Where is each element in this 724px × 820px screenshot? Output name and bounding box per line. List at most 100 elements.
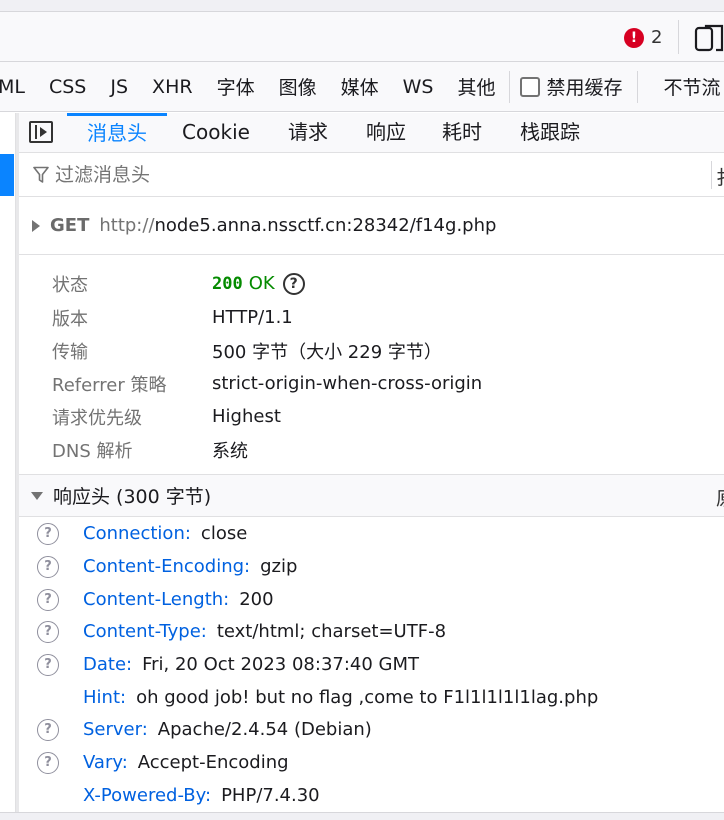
help-icon[interactable]: ? [37, 653, 59, 676]
block-button-label[interactable]: 扌 [716, 163, 724, 190]
response-headers-section-header[interactable]: 响应头 (300 字节) 原 [19, 475, 724, 517]
header-name: Connection: [83, 523, 191, 544]
toolbar-divider [678, 20, 679, 54]
help-icon[interactable]: ? [37, 620, 59, 643]
info-key: 版本 [52, 308, 88, 330]
request-summary-row[interactable]: GET http://node5.anna.nssctf.cn:28342/f1… [19, 197, 724, 255]
panel-bottom-edge [0, 812, 724, 820]
info-key: DNS 解析 [52, 440, 133, 462]
window-top-strip [0, 0, 724, 12]
header-name: Content-Type: [83, 621, 207, 642]
info-value: 系统 [212, 440, 248, 462]
header-value: gzip [260, 556, 298, 577]
raw-toggle-label[interactable]: 原 [716, 484, 724, 511]
info-value: HTTP/1.1 [212, 307, 293, 328]
info-key: 请求优先级 [52, 407, 142, 429]
selected-request-indicator [0, 154, 14, 196]
status-code: 200 [212, 273, 243, 294]
info-row-transfer: 传输 500 字节（大小 229 字节） [19, 334, 724, 367]
help-icon[interactable]: ? [37, 718, 59, 741]
toolbar-divider [711, 161, 712, 189]
info-row-dns: DNS 解析 系统 [19, 433, 724, 466]
request-list-edge [0, 113, 16, 820]
tab-stack-trace[interactable]: 栈跟踪 [507, 113, 593, 153]
header-row[interactable]: X-Powered-By: PHP/7.4.30 [19, 779, 724, 812]
header-name: Content-Encoding: [83, 556, 251, 577]
header-row[interactable]: ? Vary: Accept-Encoding [19, 746, 724, 779]
help-icon[interactable]: ? [37, 751, 59, 774]
filter-type-html[interactable]: ML [0, 76, 37, 98]
error-count: 2 [651, 27, 663, 48]
header-value: 200 [239, 589, 274, 610]
request-method: GET [50, 215, 90, 236]
header-name: Hint: [83, 687, 127, 708]
info-row-version: 版本 HTTP/1.1 [19, 301, 724, 334]
filter-type-ws[interactable]: WS [391, 76, 446, 98]
filter-type-media[interactable]: 媒体 [329, 73, 391, 100]
request-url: http://node5.anna.nssctf.cn:28342/f14g.p… [99, 215, 496, 236]
header-value: PHP/7.4.30 [221, 785, 320, 806]
request-type-filter-bar: ML CSS JS XHR 字体 图像 媒体 WS 其他 禁用缓存 不节流 [0, 62, 724, 112]
disable-cache-checkbox[interactable] [520, 76, 541, 97]
tab-response[interactable]: 响应 [351, 113, 421, 153]
toolbar-divider [636, 70, 638, 103]
info-value: 500 字节（大小 229 字节） [212, 341, 442, 363]
info-value: 200 OK ? [212, 272, 305, 295]
request-info-section: 状态 200 OK ? 版本 HTTP/1.1 传输 500 字节（大小 229… [19, 255, 724, 475]
disable-cache-label[interactable]: 禁用缓存 [546, 73, 622, 100]
tab-cookies[interactable]: Cookie [171, 113, 261, 153]
filter-icon [33, 166, 49, 183]
help-icon[interactable]: ? [37, 588, 59, 611]
help-icon[interactable]: ? [282, 272, 305, 295]
throttling-select[interactable]: 不节流 [664, 73, 721, 100]
header-value: Apache/2.4.54 (Debian) [157, 719, 372, 740]
info-row-priority: 请求优先级 Highest [19, 400, 724, 433]
filter-type-other[interactable]: 其他 [445, 73, 507, 100]
responsive-design-icon[interactable] [694, 24, 724, 52]
header-row[interactable]: ? Content-Type: text/html; charset=UTF-8 [19, 615, 724, 648]
url-scheme: http:// [99, 215, 155, 236]
collapse-triangle-icon[interactable] [31, 491, 43, 500]
error-icon: ! [624, 27, 644, 48]
filter-type-fonts[interactable]: 字体 [205, 73, 267, 100]
header-name: Server: [83, 719, 148, 740]
details-tabbar: 消息头 Cookie 请求 响应 耗时 栈跟踪 [19, 113, 724, 153]
header-name: Content-Length: [83, 589, 230, 610]
help-icon[interactable]: ? [37, 555, 59, 578]
toolbar-divider [509, 70, 511, 103]
header-name: X-Powered-By: [83, 785, 212, 806]
header-row[interactable]: ? Content-Encoding: gzip [19, 550, 724, 583]
info-row-referrer-policy: Referrer 策略 strict-origin-when-cross-ori… [19, 367, 724, 400]
info-value: strict-origin-when-cross-origin [212, 373, 483, 394]
header-row[interactable]: ? Server: Apache/2.4.54 (Debian) [19, 713, 724, 746]
tab-timings[interactable]: 耗时 [427, 113, 497, 153]
info-value: Highest [212, 406, 281, 427]
headers-filter-bar: 扌 [19, 153, 724, 197]
status-text: OK [248, 273, 275, 294]
info-row-status: 状态 200 OK ? [19, 267, 724, 300]
info-key: Referrer 策略 [52, 374, 167, 396]
filter-headers-input[interactable] [55, 163, 655, 186]
tab-request[interactable]: 请求 [273, 113, 343, 153]
header-value: text/html; charset=UTF-8 [216, 621, 447, 642]
header-value: Fri, 20 Oct 2023 08:37:40 GMT [142, 654, 420, 675]
filter-type-images[interactable]: 图像 [267, 73, 329, 100]
devtools-toolbar: ! 2 [0, 12, 724, 62]
header-row[interactable]: ? Content-Length: 200 [19, 583, 724, 616]
header-value: Accept-Encoding [137, 752, 289, 773]
error-counter[interactable]: ! 2 [624, 27, 662, 48]
expand-triangle-icon[interactable] [32, 219, 40, 232]
info-key: 传输 [52, 341, 88, 363]
header-row[interactable]: ? Connection: close [19, 517, 724, 550]
header-value: oh good job! but no flag ,come to F1l1l1… [136, 687, 599, 708]
header-row[interactable]: Hint: oh good job! but no flag ,come to F… [19, 681, 724, 714]
info-key: 状态 [52, 274, 88, 296]
filter-type-js[interactable]: JS [98, 76, 140, 98]
tab-headers[interactable]: 消息头 [67, 113, 167, 153]
help-icon[interactable]: ? [37, 522, 59, 545]
header-row[interactable]: ? Date: Fri, 20 Oct 2023 08:37:40 GMT [19, 648, 724, 681]
filter-type-xhr[interactable]: XHR [140, 76, 205, 98]
filter-type-css[interactable]: CSS [37, 76, 98, 98]
toggle-request-list-icon[interactable] [29, 121, 53, 143]
header-name: Date: [83, 654, 133, 675]
